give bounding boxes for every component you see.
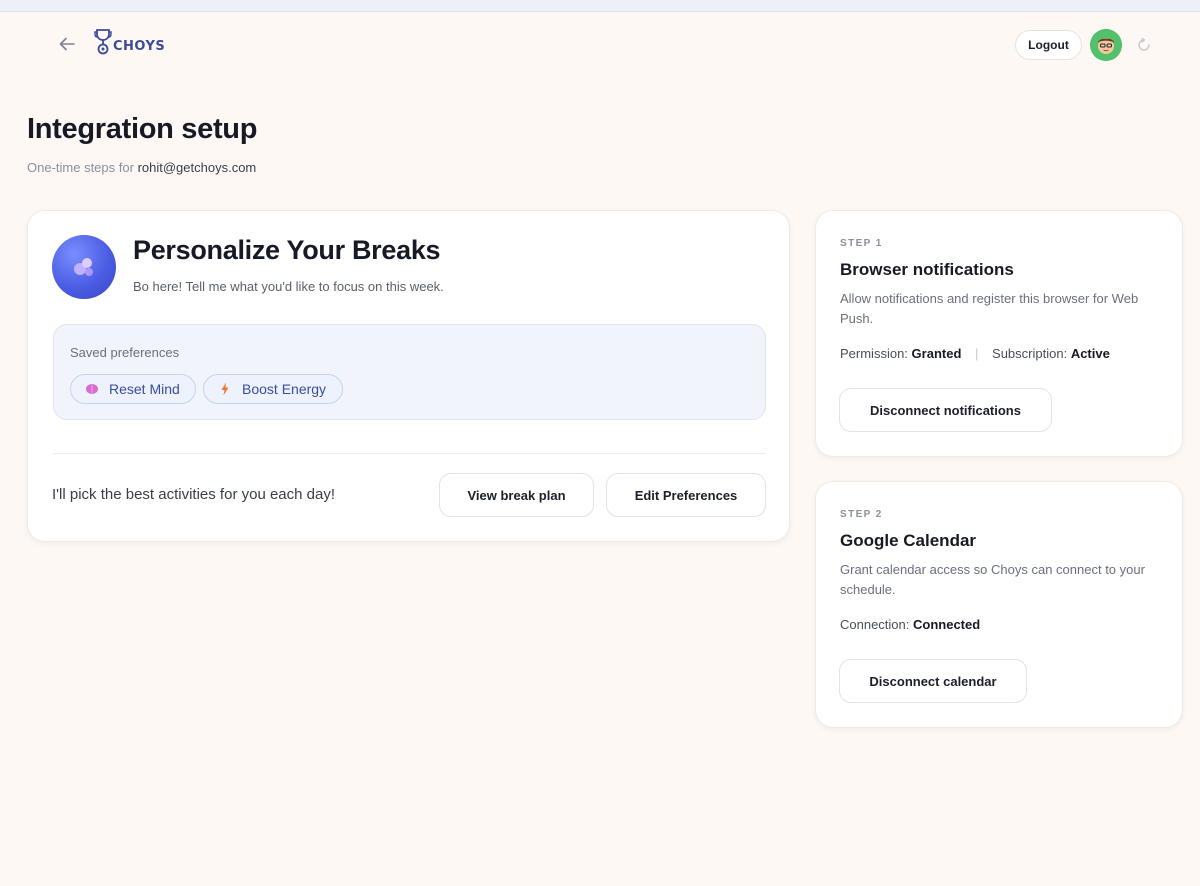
brain-icon xyxy=(85,382,99,396)
permission-label: Permission: xyxy=(840,346,908,361)
tagline-text: I'll pick the best activities for you ea… xyxy=(52,486,336,503)
personalize-breaks-card: Personalize Your Breaks Bo here! Tell me… xyxy=(27,210,790,542)
user-avatar[interactable] xyxy=(1090,29,1122,61)
card-title: Personalize Your Breaks xyxy=(133,235,441,265)
status-separator: | xyxy=(975,346,979,361)
avatar-face-icon xyxy=(1090,29,1122,61)
step-label: STEP 2 xyxy=(840,509,883,520)
refresh-icon[interactable] xyxy=(1136,37,1152,53)
bo-bubbles-icon xyxy=(74,258,93,276)
view-break-plan-button[interactable]: View break plan xyxy=(439,473,594,517)
divider xyxy=(53,453,766,454)
page-title: Integration setup xyxy=(27,113,258,145)
subtitle-prefix: One-time steps for xyxy=(27,160,134,175)
edit-preferences-button[interactable]: Edit Preferences xyxy=(606,473,766,517)
preference-chip-reset-mind[interactable]: Reset Mind xyxy=(70,374,196,404)
calendar-status: Connection: Connected xyxy=(840,617,980,632)
step-title: Google Calendar xyxy=(840,531,977,550)
saved-preferences-label: Saved preferences xyxy=(70,345,180,360)
step-google-calendar-card: STEP 2 Google Calendar Grant calendar ac… xyxy=(815,481,1183,728)
back-button[interactable] xyxy=(56,32,78,56)
saved-preferences-panel: Saved preferences Reset Mind Boost Energ… xyxy=(53,324,766,420)
page-subtitle: One-time steps for rohit@getchoys.com xyxy=(27,160,256,175)
permission-value: Granted xyxy=(911,346,962,361)
chip-label: Boost Energy xyxy=(242,381,327,397)
subscription-label: Subscription: xyxy=(992,346,1068,361)
arrow-left-icon xyxy=(59,37,75,51)
disconnect-notifications-button[interactable]: Disconnect notifications xyxy=(839,388,1052,432)
bo-avatar xyxy=(52,235,116,299)
connection-label: Connection: xyxy=(840,617,910,632)
user-email: rohit@getchoys.com xyxy=(137,160,257,175)
connection-value: Connected xyxy=(913,617,981,632)
chip-label: Reset Mind xyxy=(109,381,180,397)
preference-chip-boost-energy[interactable]: Boost Energy xyxy=(203,374,343,404)
logout-button[interactable]: Logout xyxy=(1015,30,1082,60)
logo-text: CHOYS xyxy=(113,39,166,54)
top-bar: CHOYS Logout xyxy=(0,12,1200,78)
notification-status: Permission: Granted | Subscription: Acti… xyxy=(840,346,1110,361)
trophy-logo-icon xyxy=(94,29,112,55)
step-description: Grant calendar access so Choys can conne… xyxy=(840,562,1145,597)
subscription-value: Active xyxy=(1070,346,1110,361)
step-description: Allow notifications and register this br… xyxy=(840,291,1139,326)
choys-logo[interactable]: CHOYS xyxy=(94,28,165,56)
browser-chrome-strip xyxy=(0,0,1200,12)
step-title: Browser notifications xyxy=(840,260,1014,279)
step-browser-notifications-card: STEP 1 Browser notifications Allow notif… xyxy=(815,210,1183,457)
card-subtitle: Bo here! Tell me what you'd like to focu… xyxy=(133,279,444,294)
step-label: STEP 1 xyxy=(840,238,883,249)
disconnect-calendar-button[interactable]: Disconnect calendar xyxy=(839,659,1027,703)
lightning-icon xyxy=(218,382,232,396)
